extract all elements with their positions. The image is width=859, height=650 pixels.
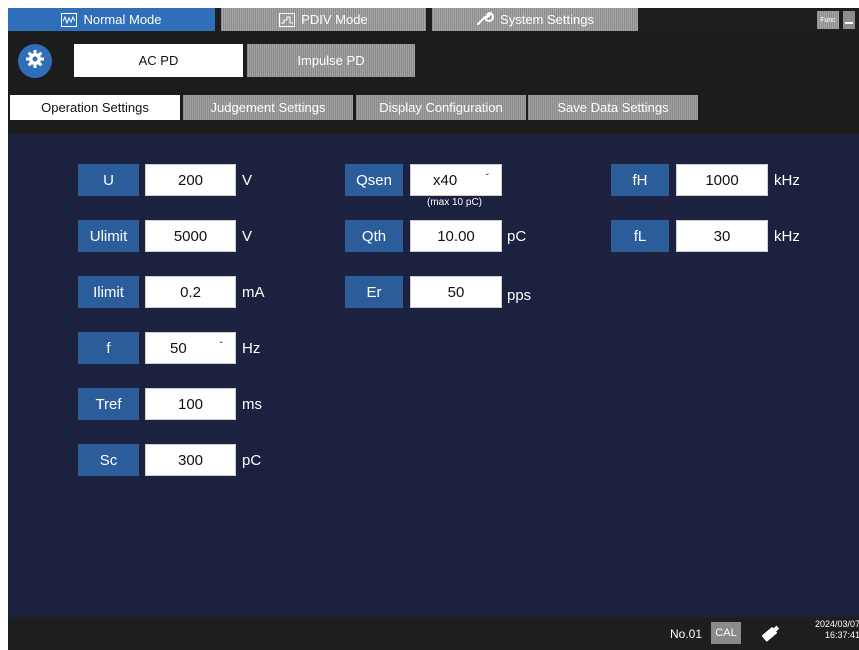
param-input-ulimit[interactable]: 5000 bbox=[145, 220, 236, 252]
tab-operation-settings[interactable]: Operation Settings bbox=[10, 95, 180, 120]
param-unit-f: Hz bbox=[242, 339, 261, 357]
tab-ac-pd[interactable]: AC PD bbox=[74, 44, 243, 77]
minimize-button[interactable] bbox=[843, 11, 855, 29]
param-label-ulimit: Ulimit bbox=[78, 220, 139, 252]
tab-label: Normal Mode bbox=[83, 12, 162, 27]
param-label-sc: Sc bbox=[78, 444, 139, 476]
param-input-tref[interactable]: 100 bbox=[145, 388, 236, 420]
datetime: 2024/03/07 16:37:41 bbox=[800, 619, 859, 641]
tab-label: System Settings bbox=[500, 12, 594, 27]
step-wave-icon bbox=[279, 12, 296, 27]
tab-judgement-settings[interactable]: Judgement Settings bbox=[183, 95, 353, 120]
settings-gear-button[interactable] bbox=[18, 44, 52, 78]
param-select-qsen[interactable]: x40 ˇ bbox=[410, 164, 502, 196]
func-button[interactable]: Func bbox=[817, 11, 839, 29]
param-input-fh[interactable]: 1000 bbox=[676, 164, 768, 196]
cal-button[interactable]: CAL bbox=[711, 622, 741, 644]
param-unit-fl: kHz bbox=[774, 227, 800, 245]
param-unit-ilimit: mA bbox=[242, 283, 265, 301]
param-unit-fh: kHz bbox=[774, 171, 800, 189]
param-select-f[interactable]: 50 ˇ bbox=[145, 332, 236, 364]
param-label-qth: Qth bbox=[345, 220, 403, 252]
param-label-qsen: Qsen bbox=[345, 164, 403, 196]
wrench-icon bbox=[476, 10, 495, 29]
param-label-tref: Tref bbox=[78, 388, 139, 420]
select-value: 50 bbox=[170, 339, 187, 357]
tab-pdiv-mode[interactable]: PDIV Mode bbox=[221, 8, 426, 31]
param-label-u: U bbox=[78, 164, 139, 196]
chevron-down-icon: ˇ bbox=[485, 173, 489, 184]
param-unit-sc: pC bbox=[242, 451, 262, 469]
chevron-down-icon: ˇ bbox=[219, 341, 223, 352]
param-label-ilimit: Ilimit bbox=[78, 276, 139, 308]
param-label-fl: fL bbox=[611, 220, 669, 252]
tab-save-data-settings[interactable]: Save Data Settings bbox=[528, 95, 698, 120]
select-value: x40 bbox=[433, 171, 458, 189]
param-unit-qth: pC bbox=[507, 227, 527, 245]
param-unit-er: pps bbox=[507, 286, 532, 304]
param-input-ilimit[interactable]: 0.2 bbox=[145, 276, 236, 308]
tab-label: PDIV Mode bbox=[301, 12, 368, 27]
waveform-icon bbox=[61, 12, 78, 27]
gear-icon bbox=[25, 49, 45, 74]
time-text: 16:37:41 bbox=[824, 630, 859, 640]
usb-drive-icon bbox=[758, 622, 784, 644]
tab-normal-mode[interactable]: Normal Mode bbox=[8, 8, 215, 31]
param-input-qth[interactable]: 10.00 bbox=[410, 220, 502, 252]
param-input-sc[interactable]: 300 bbox=[145, 444, 236, 476]
param-input-er[interactable]: 50 bbox=[410, 276, 502, 308]
param-label-f: f bbox=[78, 332, 139, 364]
date-text: 2024/03/07 bbox=[814, 619, 859, 629]
tab-system-settings[interactable]: System Settings bbox=[432, 8, 638, 31]
param-label-er: Er bbox=[345, 276, 403, 308]
param-input-fl[interactable]: 30 bbox=[676, 220, 768, 252]
qsen-note: (max 10 pC) bbox=[427, 197, 483, 208]
tab-display-configuration[interactable]: Display Configuration bbox=[356, 95, 526, 120]
param-input-u[interactable]: 200 bbox=[145, 164, 236, 196]
param-unit-u: V bbox=[242, 171, 253, 189]
param-unit-tref: ms bbox=[242, 395, 262, 413]
param-unit-ulimit: V bbox=[242, 227, 253, 245]
tab-impulse-pd[interactable]: Impulse PD bbox=[247, 44, 415, 77]
unit-number: No.01 bbox=[670, 627, 703, 641]
param-label-fh: fH bbox=[611, 164, 669, 196]
